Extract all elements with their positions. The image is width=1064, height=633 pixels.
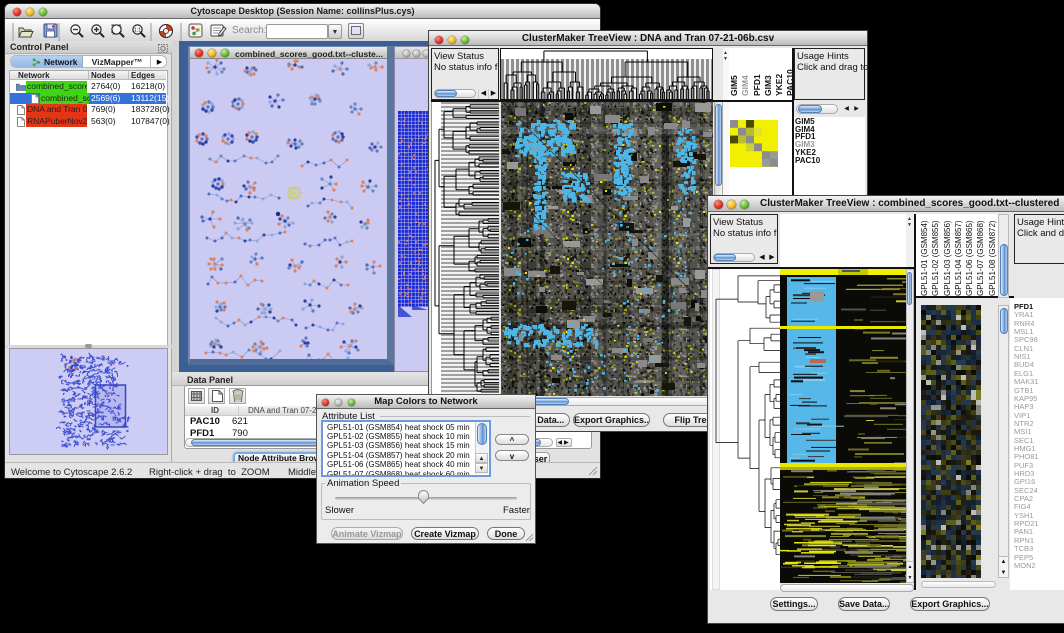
svg-text:1:1: 1:1 (134, 28, 141, 34)
